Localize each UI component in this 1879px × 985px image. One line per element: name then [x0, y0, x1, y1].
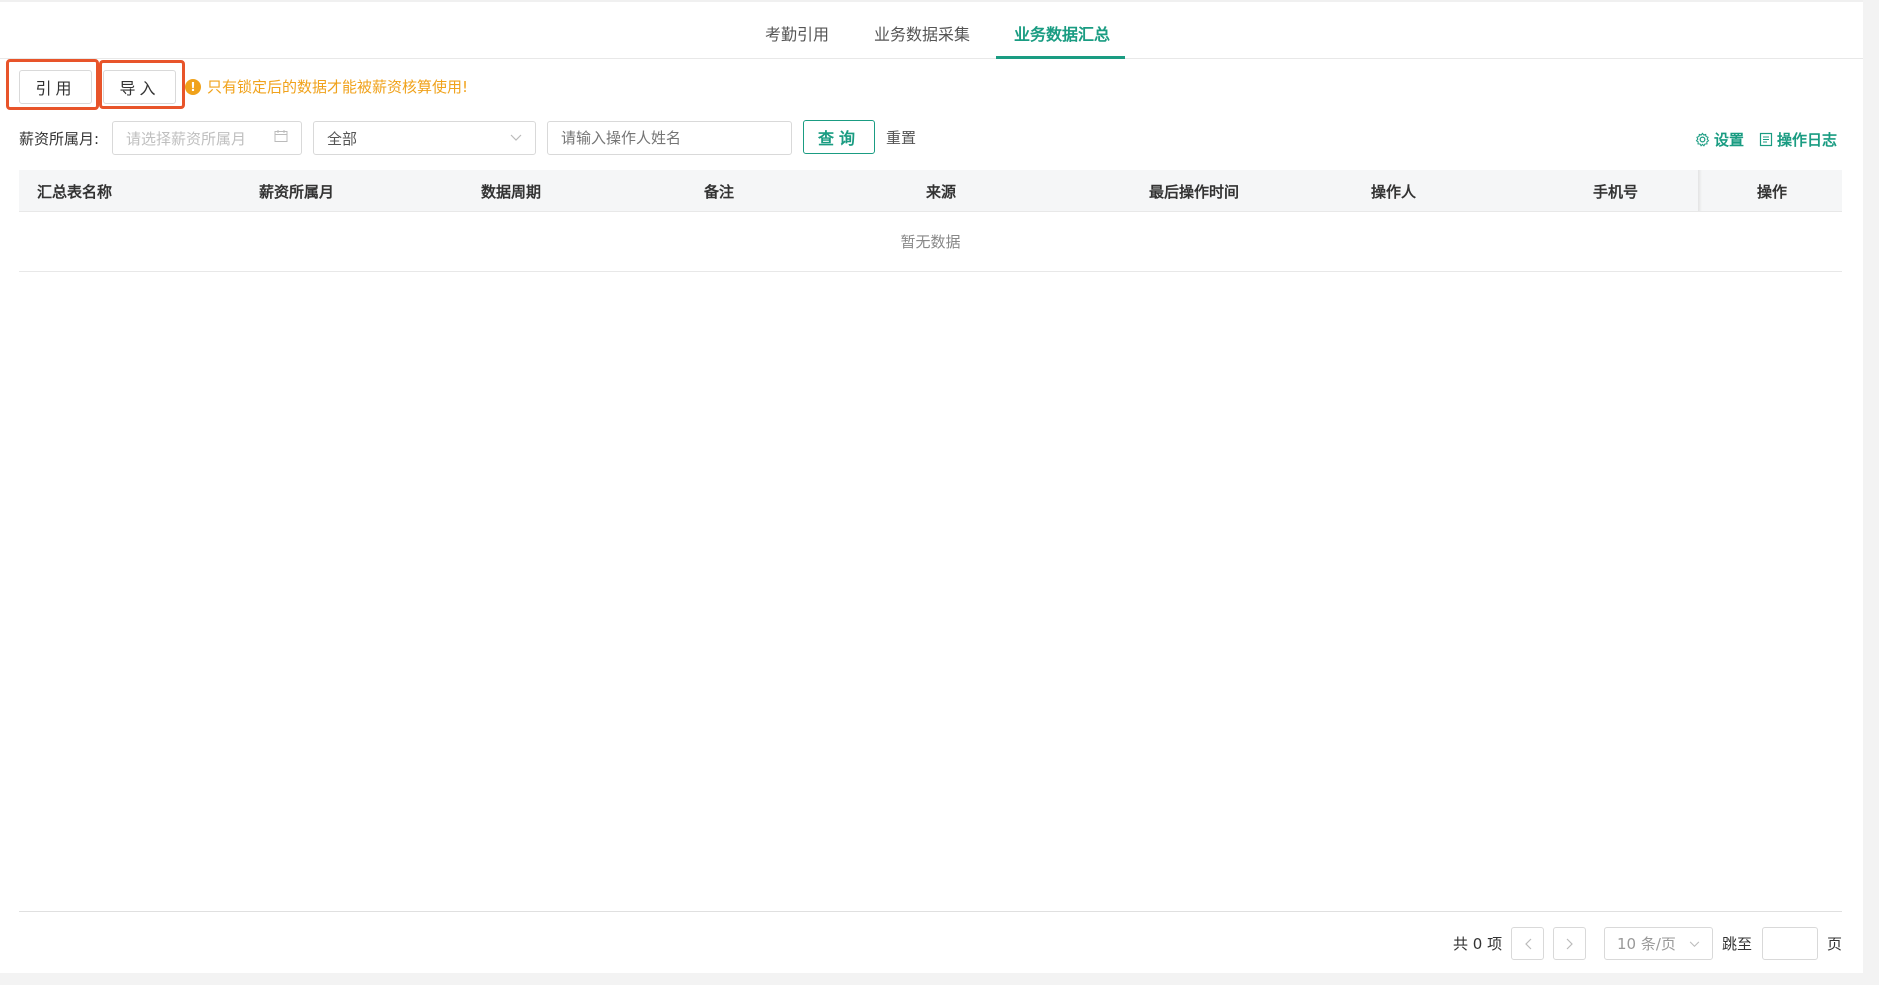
column-header-source: 来源	[926, 183, 957, 201]
settings-link[interactable]: 设置	[1695, 129, 1744, 150]
active-tab-indicator	[996, 56, 1125, 59]
query-button[interactable]: 查询	[803, 120, 875, 154]
lock-tip-text: 只有锁定后的数据才能被薪资核算使用!	[207, 78, 469, 96]
scope-select[interactable]: 全部	[313, 121, 536, 155]
column-header-remark: 备注	[704, 183, 735, 201]
salary-month-placeholder: 请选择薪资所属月	[126, 129, 247, 148]
footer-divider	[19, 911, 1842, 912]
salary-month-picker[interactable]: 请选择薪资所属月	[112, 121, 302, 155]
cite-button[interactable]: 引用	[19, 70, 92, 104]
operation-log-link[interactable]: 操作日志	[1759, 129, 1837, 150]
document-icon	[1759, 132, 1777, 147]
operator-name-input[interactable]	[547, 121, 792, 155]
tab-attendance-cite[interactable]: 考勤引用	[765, 21, 829, 45]
column-header-phone: 手机号	[1593, 183, 1639, 201]
salary-month-label: 薪资所属月:	[19, 130, 100, 148]
jump-to-label: 跳至	[1722, 935, 1753, 953]
settings-link-label: 设置	[1714, 131, 1745, 149]
empty-text: 暂无数据	[900, 233, 961, 251]
reset-button[interactable]: 重置	[886, 127, 916, 148]
chevron-left-icon	[1524, 938, 1532, 950]
fixed-column-shadow	[1698, 170, 1702, 211]
lock-tip: ! 只有锁定后的数据才能被薪资核算使用!	[185, 76, 468, 97]
page-unit-label: 页	[1827, 935, 1843, 953]
column-header-salary-month: 薪资所属月	[259, 183, 335, 201]
tab-business-data-collect[interactable]: 业务数据采集	[874, 21, 970, 45]
prev-page-button[interactable]	[1511, 927, 1544, 960]
import-button[interactable]: 导入	[103, 70, 176, 104]
chevron-down-icon	[510, 131, 522, 146]
main-panel: 考勤引用 业务数据采集 业务数据汇总 引用 导入 ! 只有锁定后的数据才能被薪资…	[0, 0, 1863, 973]
total-count: 共 0 项	[1453, 935, 1503, 953]
column-header-summary-name: 汇总表名称	[37, 183, 113, 201]
scope-select-value: 全部	[327, 129, 358, 148]
table-empty-row: 暂无数据	[19, 211, 1842, 272]
table-header: 汇总表名称 薪资所属月 数据周期 备注 来源 最后操作时间 操作人 手机号 操作	[19, 170, 1842, 212]
gear-icon	[1695, 132, 1714, 147]
calendar-icon	[274, 129, 288, 147]
column-header-data-period: 数据周期	[481, 183, 542, 201]
page-size-select[interactable]: 10 条/页	[1604, 927, 1713, 960]
warning-icon: !	[185, 78, 201, 95]
chevron-down-icon	[1689, 937, 1700, 951]
column-header-last-operation-time: 最后操作时间	[1149, 183, 1240, 201]
tab-bar: 考勤引用 业务数据采集 业务数据汇总	[0, 2, 1863, 59]
chevron-right-icon	[1566, 938, 1574, 950]
column-header-operator: 操作人	[1371, 183, 1417, 201]
column-header-actions: 操作	[1757, 183, 1788, 201]
next-page-button[interactable]	[1553, 927, 1586, 960]
page-size-value: 10 条/页	[1617, 935, 1676, 953]
tab-business-data-summary[interactable]: 业务数据汇总	[1014, 21, 1110, 45]
jump-page-input[interactable]	[1762, 927, 1818, 960]
operation-log-label: 操作日志	[1777, 131, 1838, 149]
